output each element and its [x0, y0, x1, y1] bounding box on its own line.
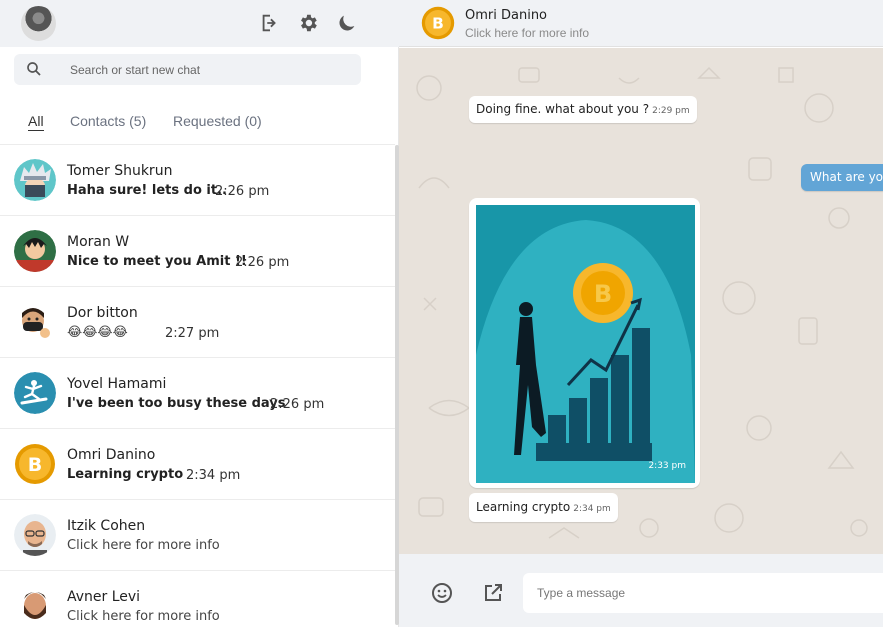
last-message: 😂😂😂😂 [67, 325, 128, 340]
last-message-time: 2:27 pm [165, 326, 220, 341]
message-text: Learning crypto [476, 500, 571, 514]
bitcoin-avatar: B [14, 443, 56, 485]
chat-list-item[interactable]: Moran W Nice to meet you Amit !! 2:26 pm [0, 216, 395, 287]
last-message-time: 2:26 pm [235, 255, 290, 270]
chat-list-item[interactable]: Tomer Shukrun Haha sure! lets do it.. 2:… [0, 145, 395, 216]
message-text: Doing fine. what about you ? [476, 102, 650, 116]
conversation-header[interactable]: B Omri Danino Click here for more info [399, 0, 883, 47]
chat-list-item[interactable]: B Omri Danino Learning crypto 2:34 pm [0, 429, 395, 500]
message-composer [399, 554, 883, 627]
last-message-time: 2:26 pm [270, 397, 325, 412]
conversation-contact-info: Click here for more info [465, 26, 590, 40]
contact-name: Dor bitton [67, 305, 138, 321]
masked-emoji-avatar [14, 301, 56, 343]
search-icon [27, 62, 41, 76]
logout-icon[interactable] [259, 12, 281, 34]
message-text: What are you [810, 170, 883, 184]
bald-emoji-avatar [14, 514, 56, 556]
svg-text:B: B [432, 15, 444, 33]
search-input[interactable] [70, 61, 350, 78]
chat-list-item[interactable]: Avner Levi Click here for more info [0, 571, 395, 627]
message-time: 2:33 pm [648, 461, 686, 471]
svg-text:B: B [28, 454, 42, 476]
contact-name: Tomer Shukrun [67, 163, 173, 179]
chat-list-item[interactable]: Dor bitton 😂😂😂😂 2:27 pm [0, 287, 395, 358]
last-message-time: 2:26 pm [215, 184, 270, 199]
incoming-message: Doing fine. what about you ? 2:29 pm [469, 96, 697, 123]
message-time: 2:29 pm [652, 106, 690, 116]
contact-name: Yovel Hamami [67, 376, 167, 392]
message-image[interactable]: B 2:33 pm [476, 205, 695, 483]
last-message: Learning crypto [67, 467, 184, 482]
last-message: Click here for more info [67, 538, 220, 553]
message-input[interactable] [523, 573, 883, 613]
chat-list-item[interactable]: Itzik Cohen Click here for more info [0, 500, 395, 571]
contact-name: Avner Levi [67, 589, 141, 605]
skater-avatar [14, 372, 56, 414]
search-bar [14, 54, 361, 85]
anime-ninja-avatar [14, 159, 56, 201]
last-message: I've been too busy these days [67, 396, 286, 411]
sidebar-header [0, 0, 399, 47]
last-message: Click here for more info [67, 609, 220, 624]
chat-list: Tomer Shukrun Haha sure! lets do it.. 2:… [0, 145, 395, 627]
dark-mode-moon-icon[interactable] [336, 12, 358, 34]
last-message-time: 2:34 pm [186, 468, 241, 483]
pirate-anime-avatar [14, 230, 56, 272]
contact-name: Itzik Cohen [67, 518, 146, 534]
message-area: Doing fine. what about you ? 2:29 pm What… [399, 48, 883, 554]
settings-gear-icon[interactable] [297, 12, 319, 34]
message-time: 2:34 pm [573, 504, 611, 514]
tab-requested[interactable]: Requested (0) [173, 113, 262, 129]
bearded-emoji-avatar [14, 585, 56, 627]
tab-all[interactable]: All [28, 113, 44, 131]
bitcoin-avatar: B [421, 6, 455, 40]
contact-name: Omri Danino [67, 447, 156, 463]
emoji-smiley-icon[interactable] [430, 581, 454, 605]
conversation-pane: B Omri Danino Click here for more info D… [399, 0, 883, 627]
incoming-message: Learning crypto 2:34 pm [469, 493, 618, 522]
attach-share-icon[interactable] [481, 581, 505, 605]
contact-name: Moran W [67, 234, 130, 250]
outgoing-message: What are you [801, 164, 883, 191]
chat-list-item[interactable]: Yovel Hamami I've been too busy these da… [0, 358, 395, 429]
user-avatar[interactable] [21, 6, 56, 41]
svg-text:B: B [594, 280, 612, 308]
chat-app: All Contacts (5) Requested (0) Tomer Shu… [0, 0, 883, 627]
last-message: Nice to meet you Amit !! [67, 254, 247, 269]
image-message[interactable]: B 2:33 pm [469, 198, 700, 488]
last-message: Haha sure! lets do it.. [67, 183, 227, 198]
conversation-contact-name: Omri Danino [465, 8, 548, 23]
tab-contacts[interactable]: Contacts (5) [70, 113, 146, 129]
sidebar: All Contacts (5) Requested (0) Tomer Shu… [0, 0, 399, 627]
